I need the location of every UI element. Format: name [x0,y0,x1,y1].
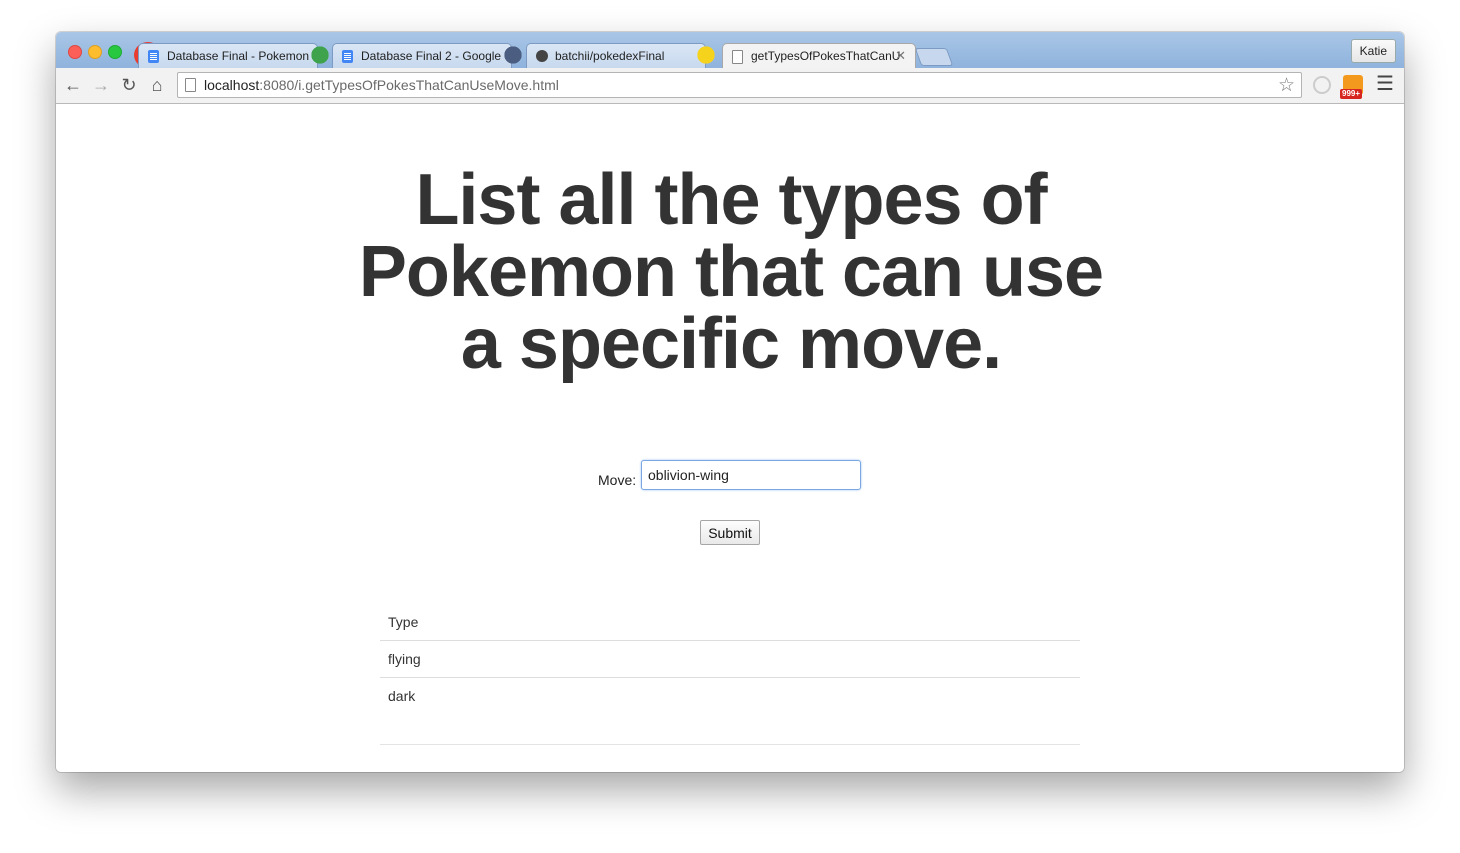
pokemon-decoration-icon [692,42,720,68]
title-bar: Database Final - Pokemon Database Final … [56,32,1404,68]
new-tab-button[interactable] [914,48,954,66]
url-text[interactable]: localhost:8080/i.getTypesOfPokesThatCanU… [204,77,559,93]
page-icon [732,50,743,64]
back-arrow-icon[interactable]: ← [63,75,83,95]
tab-database-final-pokemon[interactable]: Database Final - Pokemon [138,43,318,68]
tab-get-types-of-pokes[interactable]: getTypesOfPokesThatCanU ✕ [722,43,916,68]
window-minimize-button[interactable] [88,45,102,59]
home-icon[interactable]: ⌂ [147,75,167,95]
pokemon-decoration-icon [499,42,527,68]
table-header-row: Type [380,604,1080,641]
tab-label: getTypesOfPokesThatCanU [751,49,901,63]
address-bar[interactable]: localhost:8080/i.getTypesOfPokesThatCanU… [177,72,1302,98]
column-header-type: Type [380,604,1080,641]
tab-pokedex-final[interactable]: batchii/pokedexFinal [526,43,706,68]
github-icon [536,50,548,62]
browser-toolbar: ← → ↻ ⌂ localhost:8080/i.getTypesOfPokes… [56,68,1404,104]
type-cell: flying [380,640,1080,678]
submit-button[interactable]: Submit [700,520,760,545]
extension-icon[interactable] [1313,76,1331,94]
forward-arrow-icon[interactable]: → [91,75,111,95]
rss-count-badge: 999+ [1340,89,1363,99]
window-zoom-button[interactable] [108,45,122,59]
bookmark-star-icon[interactable]: ☆ [1278,74,1295,97]
table-row: flying [380,640,1080,678]
tab-database-final-2[interactable]: Database Final 2 - Google [332,43,512,68]
tab-label: Database Final - Pokemon [167,49,310,63]
move-input[interactable] [641,460,861,490]
google-docs-icon [148,50,159,63]
profile-button[interactable]: Katie [1350,39,1396,63]
url-path: :8080/i.getTypesOfPokesThatCanUseMove.ht… [259,77,559,93]
url-host: localhost [204,77,260,93]
tab-label: batchii/pokedexFinal [555,49,665,63]
page-title: List all the types of Pokemon that can u… [358,160,1104,384]
pokemon-decoration-icon [306,42,334,68]
table-row: dark [380,678,1080,715]
google-docs-icon [342,50,353,63]
reload-icon[interactable]: ↻ [119,75,139,95]
move-label: Move: [598,472,637,488]
type-cell: dark [388,688,416,704]
browser-window: Database Final - Pokemon Database Final … [56,32,1404,772]
results-table: Type flying dark [380,604,1080,714]
tab-close-icon[interactable]: ✕ [895,48,906,64]
move-form: Move: [56,460,1404,492]
menu-icon[interactable]: ☰ [1376,74,1394,94]
window-close-button[interactable] [68,45,82,59]
page-content: List all the types of Pokemon that can u… [56,104,1404,772]
table-bottom-divider [380,744,1080,745]
tab-label: Database Final 2 - Google [361,49,502,63]
page-icon [185,78,196,92]
